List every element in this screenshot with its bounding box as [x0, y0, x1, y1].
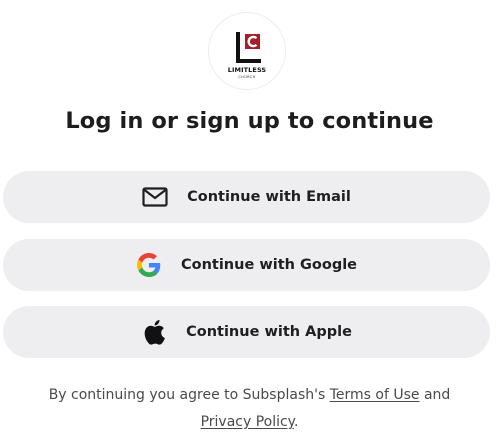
continue-with-google-button[interactable]: Continue with Google: [3, 239, 490, 291]
apple-button-label: Continue with Apple: [186, 324, 352, 340]
privacy-policy-link[interactable]: Privacy Policy: [201, 414, 294, 430]
logo-name: LIMITLESS: [227, 66, 267, 74]
email-button-label: Continue with Email: [187, 189, 351, 205]
google-button-label: Continue with Google: [180, 257, 358, 273]
terms-of-use-link[interactable]: Terms of Use: [330, 387, 420, 403]
continue-with-apple-button[interactable]: Continue with Apple: [3, 306, 490, 358]
limitless-logo-mark-icon: [236, 32, 261, 63]
logo-subtitle: CHURCH: [238, 75, 256, 79]
continue-with-email-button[interactable]: Continue with Email: [3, 171, 490, 223]
page-title: Log in or sign up to continue: [65, 108, 434, 134]
legal-suffix: .: [293, 414, 299, 430]
apple-button-content: Continue with Apple: [141, 319, 352, 345]
login-page: LIMITLESS CHURCH Log in or sign up to co…: [0, 0, 499, 443]
apple-icon: [141, 319, 167, 345]
google-button-content: Continue with Google: [136, 252, 357, 278]
mail-icon: [142, 184, 168, 210]
google-icon: [136, 252, 162, 278]
email-button-content: Continue with Email: [142, 184, 351, 210]
church-logo: LIMITLESS CHURCH: [208, 12, 286, 90]
legal-prefix: By continuing you agree to Subsplash's: [48, 387, 330, 403]
legal-and: and: [419, 387, 451, 403]
legal-text: By continuing you agree to Subsplash's T…: [0, 382, 499, 436]
